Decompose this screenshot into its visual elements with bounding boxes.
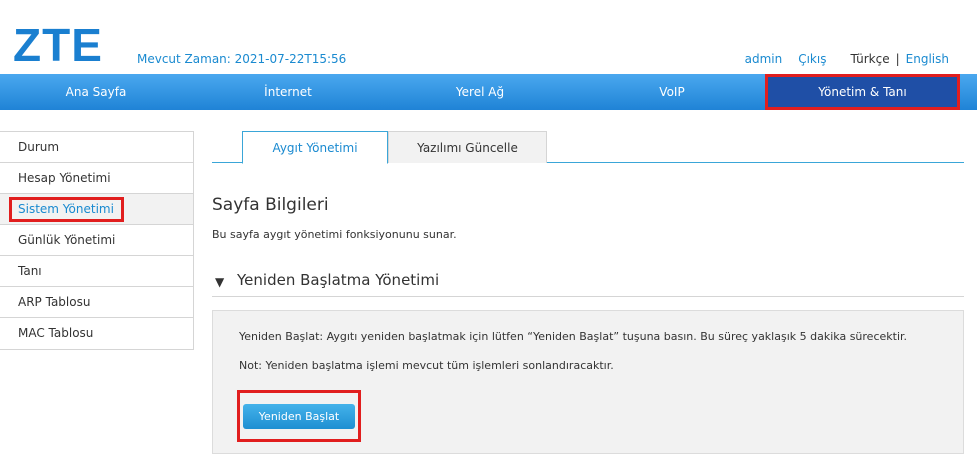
- sidebar-item-arp-table[interactable]: ARP Tablosu: [0, 287, 193, 318]
- nav-management-diagnosis[interactable]: Yönetim & Tanı: [765, 74, 960, 110]
- header: ZTE Mevcut Zaman: 2021-07-22T15:56 admin…: [0, 0, 977, 74]
- nav-local-network[interactable]: Yerel Ağ: [384, 74, 576, 110]
- sidebar-item-system-management[interactable]: Sistem Yönetimi: [0, 194, 193, 225]
- tab-software-update[interactable]: Yazılımı Güncelle: [388, 131, 547, 163]
- sidebar: Durum Hesap Yönetimi Sistem Yönetimi Gün…: [0, 131, 194, 350]
- language-current: Türkçe: [850, 52, 890, 66]
- sidebar-item-log-management[interactable]: Günlük Yönetimi: [0, 225, 193, 256]
- sidebar-item-account-management[interactable]: Hesap Yönetimi: [0, 163, 193, 194]
- section-header[interactable]: ▼ Yeniden Başlatma Yönetimi: [212, 269, 964, 297]
- tab-device-management[interactable]: Aygıt Yönetimi: [242, 131, 388, 164]
- reboot-note: Not: Yeniden başlatma işlemi mevcut tüm …: [239, 359, 614, 372]
- logout-link[interactable]: Çıkış: [798, 52, 826, 66]
- current-time: Mevcut Zaman: 2021-07-22T15:56: [137, 52, 347, 66]
- nav-home[interactable]: Ana Sayfa: [0, 74, 192, 110]
- nav-voip[interactable]: VoIP: [576, 74, 768, 110]
- language-separator: |: [895, 52, 900, 66]
- zte-logo: ZTE: [13, 19, 103, 71]
- page-title: Sayfa Bilgileri: [212, 195, 329, 215]
- main-nav: Ana Sayfa İnternet Yerel Ağ VoIP Yönetim…: [0, 74, 977, 110]
- reboot-panel: Yeniden Başlat: Aygıtı yeniden başlatmak…: [212, 310, 964, 454]
- reboot-button[interactable]: Yeniden Başlat: [243, 404, 355, 429]
- sidebar-item-mac-table[interactable]: MAC Tablosu: [0, 318, 193, 349]
- sidebar-item-status[interactable]: Durum: [0, 132, 193, 163]
- collapse-triangle-icon[interactable]: ▼: [215, 275, 224, 289]
- top-links: admin Çıkış Türkçe | English: [745, 52, 949, 66]
- highlight-box: Yeniden Başlat: [237, 390, 361, 442]
- highlight-box: [9, 197, 124, 222]
- section-title: Yeniden Başlatma Yönetimi: [237, 271, 440, 289]
- admin-link[interactable]: admin: [745, 52, 783, 66]
- tab-bar: Aygıt Yönetimi Yazılımı Güncelle: [212, 131, 964, 164]
- page-description: Bu sayfa aygıt yönetimi fonksiyonunu sun…: [212, 228, 457, 241]
- sidebar-item-diagnosis[interactable]: Tanı: [0, 256, 193, 287]
- language-english-link[interactable]: English: [906, 52, 949, 66]
- reboot-instructions: Yeniden Başlat: Aygıtı yeniden başlatmak…: [239, 330, 908, 343]
- nav-internet[interactable]: İnternet: [192, 74, 384, 110]
